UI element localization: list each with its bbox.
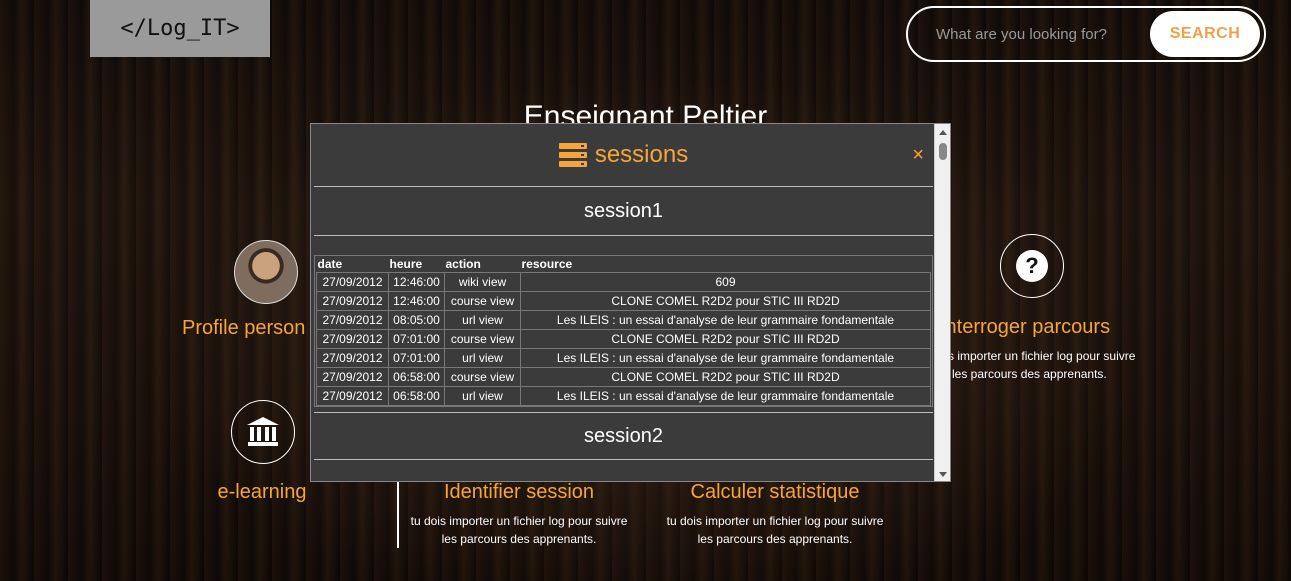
- session-table: date heure action resource 27/09/2012 12…: [316, 256, 931, 406]
- divider: [314, 459, 933, 460]
- column-header: date: [316, 256, 389, 273]
- server-icon: [558, 143, 587, 167]
- table-row: 27/09/2012 12:46:00 course view CLONE CO…: [316, 291, 931, 311]
- table-cell: url view: [444, 348, 521, 368]
- table-header-row: date heure action resource: [316, 256, 931, 273]
- tile-calculer-desc: tu dois importer un fichier log pour sui…: [656, 512, 894, 548]
- desc-line: tu dois importer un fichier log pour sui…: [410, 514, 628, 528]
- tile-elearning-title[interactable]: e-learning: [202, 481, 322, 504]
- svg-text:?: ?: [1025, 253, 1038, 278]
- scroll-down-icon[interactable]: [939, 472, 947, 477]
- table-row: 27/09/2012 08:05:00 url view Les ILEIS :…: [316, 310, 931, 330]
- table-cell: course view: [444, 291, 521, 311]
- modal-title: sessions: [594, 141, 689, 168]
- table-cell: 27/09/2012: [316, 272, 389, 292]
- session-title: session2: [584, 425, 663, 447]
- column-header: action: [444, 256, 521, 273]
- table-cell: Les ILEIS : un essai d'analyse de leur g…: [520, 348, 931, 368]
- tile-interroger-title[interactable]: Interroger parcours: [940, 316, 1110, 339]
- close-icon[interactable]: ×: [912, 144, 924, 167]
- scroll-thumb[interactable]: [939, 143, 947, 160]
- table-cell: course view: [444, 367, 521, 387]
- table-cell: CLONE COMEL R2D2 pour STIC III RD2D: [520, 291, 931, 311]
- tile-interroger-desc: s importer un fichier log pour suivre le…: [948, 347, 1148, 383]
- desc-line: les parcours des apprenants.: [441, 532, 597, 546]
- column-header: resource: [520, 256, 931, 273]
- table-cell: 27/09/2012: [316, 348, 389, 368]
- desc-line: les parcours des apprenants.: [952, 367, 1107, 381]
- desc-line: les parcours des apprenants.: [697, 532, 853, 546]
- table-cell: 609: [520, 272, 931, 292]
- table-cell: CLONE COMEL R2D2 pour STIC III RD2D: [520, 367, 931, 387]
- table-cell: 06:58:00: [388, 386, 445, 406]
- bank-icon: [247, 417, 279, 446]
- table-cell: 08:05:00: [388, 310, 445, 330]
- table-row: 27/09/2012 07:01:00 url view Les ILEIS :…: [316, 348, 931, 368]
- table-cell: 07:01:00: [388, 348, 445, 368]
- table-cell: 27/09/2012: [316, 386, 389, 406]
- search-input[interactable]: [936, 25, 1150, 43]
- table-cell: 12:46:00: [388, 272, 445, 292]
- elearning-circle[interactable]: [231, 400, 295, 464]
- table-row: 27/09/2012 07:01:00 course view CLONE CO…: [316, 329, 931, 349]
- scroll-up-icon[interactable]: [939, 130, 947, 135]
- table-cell: Les ILEIS : un essai d'analyse de leur g…: [520, 310, 931, 330]
- modal-content: sessions × session1 date heure action re…: [311, 124, 936, 481]
- search-button[interactable]: SEARCH: [1150, 11, 1260, 57]
- table-row: 27/09/2012 12:46:00 wiki view 609: [316, 272, 931, 292]
- table-row: 27/09/2012 06:58:00 course view CLONE CO…: [316, 367, 931, 387]
- table-cell: CLONE COMEL R2D2 pour STIC III RD2D: [520, 329, 931, 349]
- sessions-modal: sessions × session1 date heure action re…: [310, 123, 951, 482]
- table-cell: wiki view: [444, 272, 521, 292]
- table-cell: url view: [444, 386, 521, 406]
- table-cell: 27/09/2012: [316, 291, 389, 311]
- tile-identifier-desc: tu dois importer un fichier log pour sui…: [400, 512, 638, 548]
- interroger-circle[interactable]: ?: [1000, 234, 1064, 298]
- desc-line: tu dois importer un fichier log pour sui…: [666, 514, 884, 528]
- table-cell: 06:58:00: [388, 367, 445, 387]
- tile-calculer-title[interactable]: Calculer statistique: [670, 481, 880, 504]
- session-title: session1: [584, 200, 663, 222]
- table-cell: 07:01:00: [388, 329, 445, 349]
- logo[interactable]: </Log_IT>: [90, 0, 270, 57]
- table-cell: 27/09/2012: [316, 310, 389, 330]
- table-cell: course view: [444, 329, 521, 349]
- column-header: heure: [388, 256, 445, 273]
- desc-line: s importer un fichier log pour suivre: [948, 349, 1136, 363]
- modal-scrollbar[interactable]: [934, 124, 950, 481]
- session-table-wrap: date heure action resource 27/09/2012 12…: [314, 255, 933, 407]
- table-cell: 27/09/2012: [316, 329, 389, 349]
- divider: [314, 235, 933, 236]
- table-cell: url view: [444, 310, 521, 330]
- table-cell: Les ILEIS : un essai d'analyse de leur g…: [520, 386, 931, 406]
- avatar[interactable]: [234, 240, 298, 304]
- search-box: SEARCH: [906, 6, 1266, 62]
- tile-profile-title[interactable]: Profile person: [182, 317, 305, 340]
- question-icon: ?: [1016, 250, 1048, 282]
- table-cell: 27/09/2012: [316, 367, 389, 387]
- table-row: 27/09/2012 06:58:00 url view Les ILEIS :…: [316, 386, 931, 406]
- divider: [397, 482, 399, 548]
- table-cell: 12:46:00: [388, 291, 445, 311]
- tile-identifier-title[interactable]: Identifier session: [419, 481, 619, 504]
- modal-header: sessions ×: [311, 124, 936, 186]
